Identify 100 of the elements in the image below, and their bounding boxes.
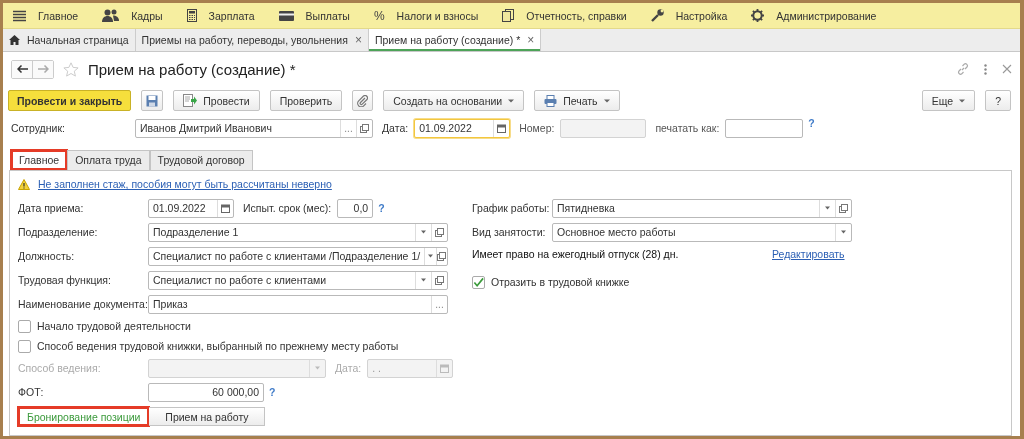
help-link[interactable]: ? bbox=[378, 202, 385, 214]
caret-icon bbox=[824, 206, 831, 210]
input-field[interactable]: Подразделение 1 bbox=[148, 222, 448, 242]
field-label: Сотрудник: bbox=[11, 122, 66, 134]
choose-button[interactable]: ... bbox=[340, 119, 356, 137]
checkbox-label: Начало трудовой деятельности bbox=[37, 320, 191, 332]
paperclip-icon bbox=[357, 94, 369, 107]
back-arrow-icon bbox=[16, 65, 28, 73]
post-button[interactable]: Провести bbox=[173, 90, 260, 111]
card-icon bbox=[278, 10, 294, 21]
open-tab[interactable]: Начальная страница bbox=[3, 29, 136, 51]
documents-icon bbox=[502, 9, 515, 22]
more-icon[interactable] bbox=[984, 63, 987, 75]
input-field[interactable]: Специалист по работе с клиентами /Подразделение 1/ bbox=[148, 246, 448, 266]
date-field[interactable]: 01.09.2022 bbox=[414, 118, 511, 138]
open-tab[interactable]: Прием на работу (создание) * × bbox=[368, 29, 542, 51]
open-button[interactable] bbox=[435, 247, 447, 265]
tab[interactable]: Трудовой договор bbox=[149, 150, 253, 170]
help-link[interactable]: ? bbox=[269, 386, 276, 398]
open-button[interactable] bbox=[835, 199, 851, 217]
checkbox[interactable] bbox=[18, 339, 31, 353]
open-tab[interactable]: Приемы на работу, переводы, увольнения × bbox=[135, 29, 369, 51]
menu-item[interactable]: Кадры bbox=[131, 9, 163, 22]
create-based-on-button[interactable]: Создать на основании bbox=[383, 90, 525, 111]
caret-icon bbox=[426, 254, 434, 258]
checkbox[interactable] bbox=[18, 319, 31, 333]
checkbox-label: Способ ведения трудовой книжки, выбранный по прежнему месту работы bbox=[37, 340, 399, 352]
caret-icon bbox=[603, 98, 610, 103]
field-label: печатать как: bbox=[655, 122, 720, 134]
field-label: Подразделение: bbox=[18, 226, 99, 238]
menu-item[interactable]: Зарплата bbox=[208, 9, 255, 22]
input-field[interactable]: Основное место работы bbox=[552, 222, 852, 242]
post-and-close-button[interactable]: Провести и закрыть bbox=[8, 90, 132, 111]
open-button[interactable] bbox=[431, 223, 447, 241]
menu-item[interactable]: Администрирование bbox=[776, 9, 877, 22]
checkbox[interactable] bbox=[472, 275, 485, 289]
calculator-icon bbox=[186, 9, 197, 22]
employee-field[interactable]: Иванов Дмитрий Иванович ... bbox=[135, 118, 373, 138]
print-as-field[interactable] bbox=[725, 118, 804, 138]
help-button[interactable]: ? bbox=[985, 90, 1011, 111]
wrench-icon bbox=[650, 9, 664, 22]
input-field[interactable]: 60 000,00 bbox=[148, 382, 264, 402]
open-window-icon bbox=[435, 275, 444, 285]
calendar-button[interactable] bbox=[217, 199, 233, 217]
close-icon[interactable] bbox=[1002, 64, 1012, 74]
star-icon[interactable] bbox=[63, 61, 79, 77]
calendar-icon bbox=[497, 123, 507, 133]
form-title: Прием на работу (создание) * bbox=[88, 60, 296, 78]
calendar-icon bbox=[440, 363, 450, 373]
caret-icon bbox=[508, 98, 515, 103]
field-label: Трудовая функция: bbox=[18, 274, 112, 286]
more-button[interactable]: Еще bbox=[921, 90, 976, 111]
warning-icon bbox=[18, 178, 30, 190]
printer-icon bbox=[544, 94, 558, 107]
field-label: Дата: bbox=[382, 122, 409, 134]
input-field[interactable]: 0,0 bbox=[337, 198, 374, 218]
open-window-icon bbox=[839, 203, 848, 213]
home-icon bbox=[9, 35, 20, 45]
caret-icon bbox=[420, 230, 427, 234]
attachment-button[interactable] bbox=[352, 90, 374, 111]
menu-item[interactable]: Главное bbox=[38, 9, 79, 22]
help-link[interactable]: ? bbox=[808, 117, 815, 129]
vacation-note: Имеет право на ежегодный отпуск (28) дн. bbox=[472, 248, 680, 260]
close-icon[interactable]: × bbox=[527, 33, 535, 47]
link-icon[interactable] bbox=[957, 63, 969, 75]
people-icon bbox=[102, 9, 120, 22]
menu-item[interactable]: Выплаты bbox=[305, 9, 350, 22]
toggle-button[interactable]: Прием на работу bbox=[149, 407, 266, 426]
tab[interactable]: Главное bbox=[11, 150, 68, 170]
tab[interactable]: Оплата труда bbox=[67, 150, 150, 170]
close-icon[interactable]: × bbox=[354, 33, 362, 47]
field-label: Номер: bbox=[519, 122, 555, 134]
input-field[interactable]: Пятидневка bbox=[552, 198, 852, 218]
menu-icon[interactable] bbox=[13, 9, 26, 22]
open-button[interactable] bbox=[431, 271, 447, 289]
field-label: Наименование документа: bbox=[18, 298, 148, 310]
menu-item[interactable]: Налоги и взносы bbox=[396, 9, 479, 22]
input-field[interactable]: Специалист по работе с клиентами bbox=[148, 270, 448, 290]
toggle-button[interactable]: Бронирование позиции bbox=[18, 407, 150, 426]
menu-item[interactable]: Настройка bbox=[675, 9, 728, 22]
edit-link[interactable]: Редактировать bbox=[772, 248, 845, 260]
field-label: График работы: bbox=[472, 202, 551, 214]
caret-icon bbox=[840, 230, 847, 234]
menu-item[interactable]: Отчетность, справки bbox=[526, 9, 627, 22]
forward-arrow-icon bbox=[37, 65, 49, 73]
field-label: Должность: bbox=[18, 250, 76, 262]
warning-link[interactable]: Не заполнен стаж, пособия могут быть рассчитаны неверно bbox=[38, 178, 332, 190]
field-label: Испыт. срок (мес): bbox=[243, 202, 332, 214]
choose-button[interactable]: ... bbox=[431, 295, 447, 313]
print-button[interactable]: Печать bbox=[534, 90, 620, 111]
open-button[interactable] bbox=[356, 119, 372, 137]
caret-icon bbox=[420, 278, 427, 282]
percent-icon: % bbox=[373, 8, 385, 23]
field-label: Способ ведения: bbox=[18, 362, 102, 374]
input-field[interactable]: Приказ ... bbox=[148, 294, 448, 314]
check-button[interactable]: Проверить bbox=[269, 90, 343, 111]
calendar-icon bbox=[221, 203, 230, 213]
back-button[interactable] bbox=[12, 60, 32, 78]
input-field[interactable]: 01.09.2022 bbox=[148, 198, 234, 218]
save-button[interactable] bbox=[141, 90, 164, 111]
